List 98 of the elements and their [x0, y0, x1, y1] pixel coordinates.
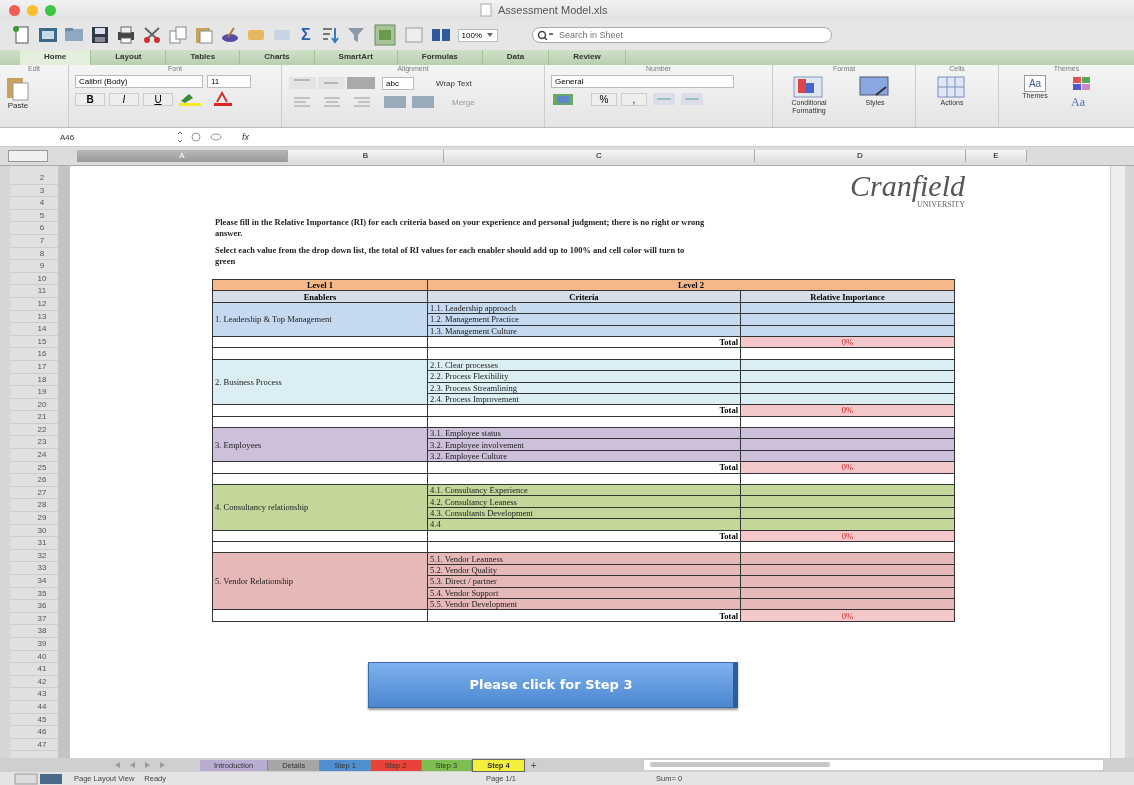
number-style-button[interactable]: % — [591, 92, 617, 106]
criteria-cell: 5.1. Vendor Leanness — [427, 552, 741, 565]
document-icon[interactable] — [12, 25, 32, 45]
criteria-cell: 3.2. Employee Culture — [427, 450, 741, 462]
importance-cell[interactable] — [740, 325, 955, 337]
font-size-field[interactable]: 11 — [207, 75, 251, 88]
gallery-icon[interactable] — [373, 24, 396, 46]
importance-cell[interactable] — [740, 587, 955, 599]
criteria-cell: 1.1. Leadership approach — [427, 302, 741, 314]
search-field[interactable]: Search in Sheet — [532, 27, 833, 43]
theme-fonts-button[interactable]: Aa — [1071, 95, 1097, 110]
importance-cell[interactable] — [740, 518, 955, 531]
vertical-scrollbar[interactable] — [1110, 166, 1125, 758]
importance-cell[interactable] — [740, 359, 955, 371]
importance-cell[interactable] — [740, 495, 955, 508]
instruction-text: Please fill in the Relative Importance (RI) for each criteria based on your experience and personal judgment; there is no right or wrong answer. — [215, 217, 705, 239]
clipboard-icon[interactable] — [194, 25, 214, 45]
view-buttons-icon[interactable] — [14, 772, 64, 785]
horizontal-scrollbar[interactable] — [642, 759, 1104, 771]
total-label: Total — [427, 530, 741, 542]
window-title: Assessment Model.xls — [498, 4, 608, 16]
criteria-cell: 5.4. Vendor Support — [427, 587, 741, 599]
column-header[interactable]: C — [444, 150, 755, 162]
table-header: Level 2 — [427, 279, 955, 291]
importance-cell[interactable] — [740, 370, 955, 382]
paste-button[interactable]: Paste — [6, 75, 30, 110]
criteria-cell: 4.3. Consultants Development — [427, 507, 741, 519]
importance-cell[interactable] — [740, 313, 955, 326]
criteria-cell: 2.3. Process Streamlining — [427, 382, 741, 394]
number-style-button[interactable]: , — [621, 92, 647, 106]
criteria-cell: 4.4 — [427, 518, 741, 531]
table-header: Level 1 — [212, 279, 428, 291]
zoom-field[interactable]: 100% — [457, 28, 499, 42]
criteria-cell: 2.1. Clear processes — [427, 359, 741, 371]
criteria-cell: 5.5. Vendor Development — [427, 598, 741, 610]
importance-cell[interactable] — [740, 393, 955, 405]
search-icon — [537, 30, 556, 40]
criteria-cell: 1.3. Management Culture — [427, 325, 741, 337]
font-style-button[interactable]: B — [75, 92, 105, 106]
copy-icon[interactable] — [168, 25, 188, 45]
enabler-cell: 5. Vendor Relationship — [212, 552, 428, 610]
importance-cell[interactable] — [740, 484, 955, 496]
ribbon-tab[interactable]: Home — [20, 50, 92, 65]
brush-icon[interactable] — [220, 25, 240, 45]
importance-cell[interactable] — [740, 450, 955, 462]
logo-subtitle: UNIVERSITY — [917, 200, 965, 209]
font-style-button[interactable]: I — [109, 92, 139, 106]
save-icon[interactable] — [90, 25, 110, 45]
function-button[interactable]: fx — [242, 132, 249, 142]
importance-cell[interactable] — [740, 382, 955, 394]
column-header[interactable]: E — [966, 150, 1027, 162]
close-button[interactable] — [9, 4, 20, 16]
styles-icon — [858, 75, 892, 99]
logo-text: Cranfield — [850, 172, 965, 200]
importance-cell[interactable] — [740, 427, 955, 439]
add-sheet-button[interactable]: + — [524, 759, 543, 771]
autosum-button[interactable]: Σ — [301, 26, 311, 44]
importance-cell[interactable] — [740, 564, 955, 576]
criteria-cell: 4.2. Consultancy Leaness — [427, 495, 741, 508]
enabler-cell: 3. Employees — [212, 427, 428, 462]
total-cell: 0% — [740, 530, 955, 542]
importance-cell[interactable] — [740, 438, 955, 451]
importance-cell[interactable] — [740, 575, 955, 588]
select-all-button[interactable] — [8, 150, 48, 162]
criteria-cell: 3.1. Employee status — [427, 427, 741, 439]
instruction-text: Select each value from the drop down list, the total of RI values for each enabler should add up to 100% and cell color will turn to green — [215, 245, 686, 267]
font-style-button[interactable]: U — [143, 92, 173, 106]
importance-cell[interactable] — [740, 507, 955, 519]
importance-cell[interactable] — [740, 302, 955, 314]
number-format-field[interactable]: General — [551, 75, 734, 88]
enabler-cell: 2. Business Process — [212, 359, 428, 405]
criteria-cell: 3.2. Employee involvement — [427, 438, 741, 451]
enabler-cell: 1. Leadership & Top Management — [212, 302, 428, 337]
criteria-cell: 1.2. Management Practice — [427, 313, 741, 326]
importance-cell[interactable] — [740, 552, 955, 565]
document-icon — [480, 3, 492, 17]
criteria-cell: 5.2. Vendor Quality — [427, 564, 741, 576]
column-header[interactable]: B — [288, 150, 444, 162]
criteria-cell: 5.3. Direct / partner — [427, 575, 741, 588]
enabler-cell: 4. Consultancy relationship — [212, 484, 428, 531]
orientation-button[interactable]: abc — [382, 76, 414, 90]
grid-icon[interactable] — [38, 25, 58, 45]
printer-icon[interactable] — [116, 25, 136, 45]
total-label: Total — [427, 336, 741, 348]
importance-cell[interactable] — [740, 598, 955, 610]
total-cell: 0% — [740, 336, 955, 348]
font-name-field[interactable]: Calibri (Body) — [75, 75, 203, 88]
name-box[interactable]: A46 — [0, 132, 170, 142]
criteria-cell: 4.1. Consultancy Experience — [427, 484, 741, 496]
theme-preview: Aa — [1023, 75, 1047, 92]
criteria-cell: 2.2. Process Flexibility — [427, 370, 741, 382]
criteria-cell: 2.4. Process Improvement — [427, 393, 741, 405]
wrap-text-button[interactable]: Wrap Text — [418, 78, 472, 88]
table-icon — [792, 75, 826, 99]
dropdown-icon — [486, 31, 495, 39]
scissors-icon[interactable] — [142, 25, 162, 45]
clipboard-icon — [6, 75, 30, 101]
column-header[interactable]: D — [755, 150, 966, 162]
